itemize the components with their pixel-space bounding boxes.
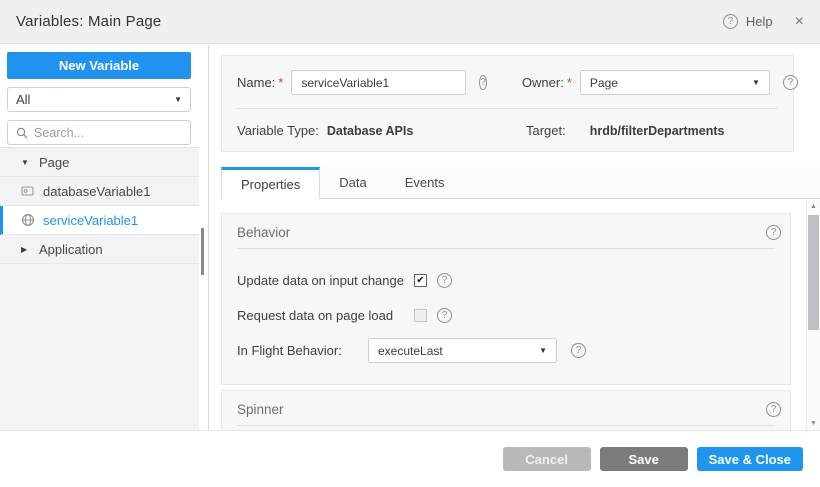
save-button[interactable]: Save (600, 447, 688, 471)
properties-scroll-region: Behavior ? Update data on input change ✔… (210, 200, 806, 430)
tree-item-label: serviceVariable1 (43, 213, 138, 228)
update-data-help-icon[interactable]: ? (437, 273, 452, 288)
chevron-down-icon: ▼ (174, 95, 182, 104)
titlebar-actions: ? Help × (723, 13, 804, 31)
owner-value: Page (590, 76, 618, 90)
tree-item-service-variable[interactable]: serviceVariable1 (0, 206, 199, 235)
prop-label: Request data on page load (237, 308, 414, 323)
search-icon (16, 127, 28, 139)
detail-tabs: Properties Data Events (221, 167, 820, 199)
update-data-checkbox[interactable]: ✔ (414, 274, 427, 287)
in-flight-help-icon[interactable]: ? (571, 343, 586, 358)
sidebar-controls: New Variable All ▼ (0, 45, 208, 145)
in-flight-behavior-value: executeLast (378, 344, 443, 358)
variables-sidebar: New Variable All ▼ ▼ Page databaseVariab… (0, 45, 209, 430)
request-data-checkbox[interactable]: ✔ (414, 309, 427, 322)
scrollbar-thumb[interactable] (808, 215, 819, 330)
spinner-panel: Spinner ? (221, 390, 791, 430)
dialog-footer: Cancel Save Save & Close (0, 430, 820, 487)
in-flight-behavior-select[interactable]: executeLast ▼ (368, 338, 557, 363)
required-asterisk: * (278, 75, 283, 90)
tree-item-label: Page (39, 155, 69, 170)
owner-group: Owner:* Page ▼ ? (522, 70, 798, 95)
service-variable-icon (21, 213, 35, 227)
tab-events[interactable]: Events (386, 167, 464, 198)
chevron-down-icon: ▼ (539, 346, 547, 355)
owner-select[interactable]: Page ▼ (580, 70, 770, 95)
close-icon[interactable]: × (795, 13, 804, 31)
cancel-button[interactable]: Cancel (503, 447, 591, 471)
tree-item-application[interactable]: ▶ Application (0, 235, 199, 264)
scroll-down-arrow-icon[interactable]: ▼ (807, 420, 820, 427)
prop-label: In Flight Behavior: (237, 343, 368, 358)
variable-type-value: Database APIs (327, 124, 413, 138)
behavior-panel: Behavior ? Update data on input change ✔… (221, 213, 791, 385)
spinner-help-icon[interactable]: ? (766, 402, 781, 417)
target-label: Target: (526, 123, 566, 138)
name-input[interactable] (291, 70, 466, 95)
variable-type-label: Variable Type: (237, 123, 319, 138)
database-variable-icon (21, 184, 35, 198)
help-icon[interactable]: ? (723, 14, 738, 29)
name-label: Name:* (237, 75, 283, 90)
variables-tree: ▼ Page databaseVariable1 serviceVariable… (0, 147, 199, 430)
dialog-titlebar: Variables: Main Page ? Help × (0, 0, 820, 44)
behavior-help-icon[interactable]: ? (766, 225, 781, 240)
tab-properties[interactable]: Properties (221, 167, 320, 199)
tree-item-database-variable[interactable]: databaseVariable1 (0, 177, 199, 206)
name-help-icon[interactable]: ? (479, 75, 487, 90)
name-owner-row: Name:* ? Owner:* Page ▼ ? (222, 56, 793, 96)
behavior-panel-header: Behavior ? (222, 214, 790, 248)
variable-detail-pane: Name:* ? Owner:* Page ▼ ? Variable Type:… (210, 45, 820, 430)
search-input[interactable] (34, 126, 164, 140)
page-title: Variables: Main Page (16, 13, 161, 30)
target-value: hrdb/filterDepartments (590, 124, 725, 138)
target-group: Target: hrdb/filterDepartments (526, 123, 725, 138)
save-and-close-button[interactable]: Save & Close (697, 447, 803, 471)
request-data-help-icon[interactable]: ? (437, 308, 452, 323)
prop-row-in-flight: In Flight Behavior: executeLast ▼ ? (237, 333, 775, 368)
tree-item-page[interactable]: ▼ Page (0, 148, 199, 177)
owner-help-icon[interactable]: ? (783, 75, 798, 90)
panel-divider (237, 425, 775, 426)
spinner-panel-header: Spinner ? (222, 391, 790, 425)
behavior-title: Behavior (237, 225, 290, 240)
prop-row-request-on-load: Request data on page load ✔ ? (237, 298, 775, 333)
prop-row-update-on-input: Update data on input change ✔ ? (237, 263, 775, 298)
behavior-panel-body: Update data on input change ✔ ? Request … (222, 249, 790, 384)
triangle-expanded-icon: ▼ (21, 158, 31, 167)
prop-label: Update data on input change (237, 273, 414, 288)
triangle-collapsed-icon: ▶ (21, 245, 31, 254)
owner-label: Owner:* (522, 75, 572, 90)
search-box[interactable] (7, 120, 191, 145)
variable-filter-select[interactable]: All ▼ (7, 87, 191, 112)
variable-summary-panel: Name:* ? Owner:* Page ▼ ? Variable Type:… (221, 55, 794, 152)
tree-item-label: Application (39, 242, 103, 257)
tree-item-label: databaseVariable1 (43, 184, 150, 199)
properties-scrollbar[interactable]: ▲ ▼ (806, 200, 820, 430)
tab-data[interactable]: Data (320, 167, 385, 198)
type-target-row: Variable Type: Database APIs Target: hrd… (222, 109, 793, 138)
scroll-up-arrow-icon[interactable]: ▲ (807, 203, 820, 210)
chevron-down-icon: ▼ (752, 78, 760, 87)
sidebar-scrollbar-thumb[interactable] (201, 228, 204, 275)
spinner-title: Spinner (237, 402, 284, 417)
new-variable-button[interactable]: New Variable (7, 52, 191, 79)
variable-filter-value: All (16, 92, 30, 107)
required-asterisk: * (567, 75, 572, 90)
help-link[interactable]: Help (746, 14, 773, 29)
